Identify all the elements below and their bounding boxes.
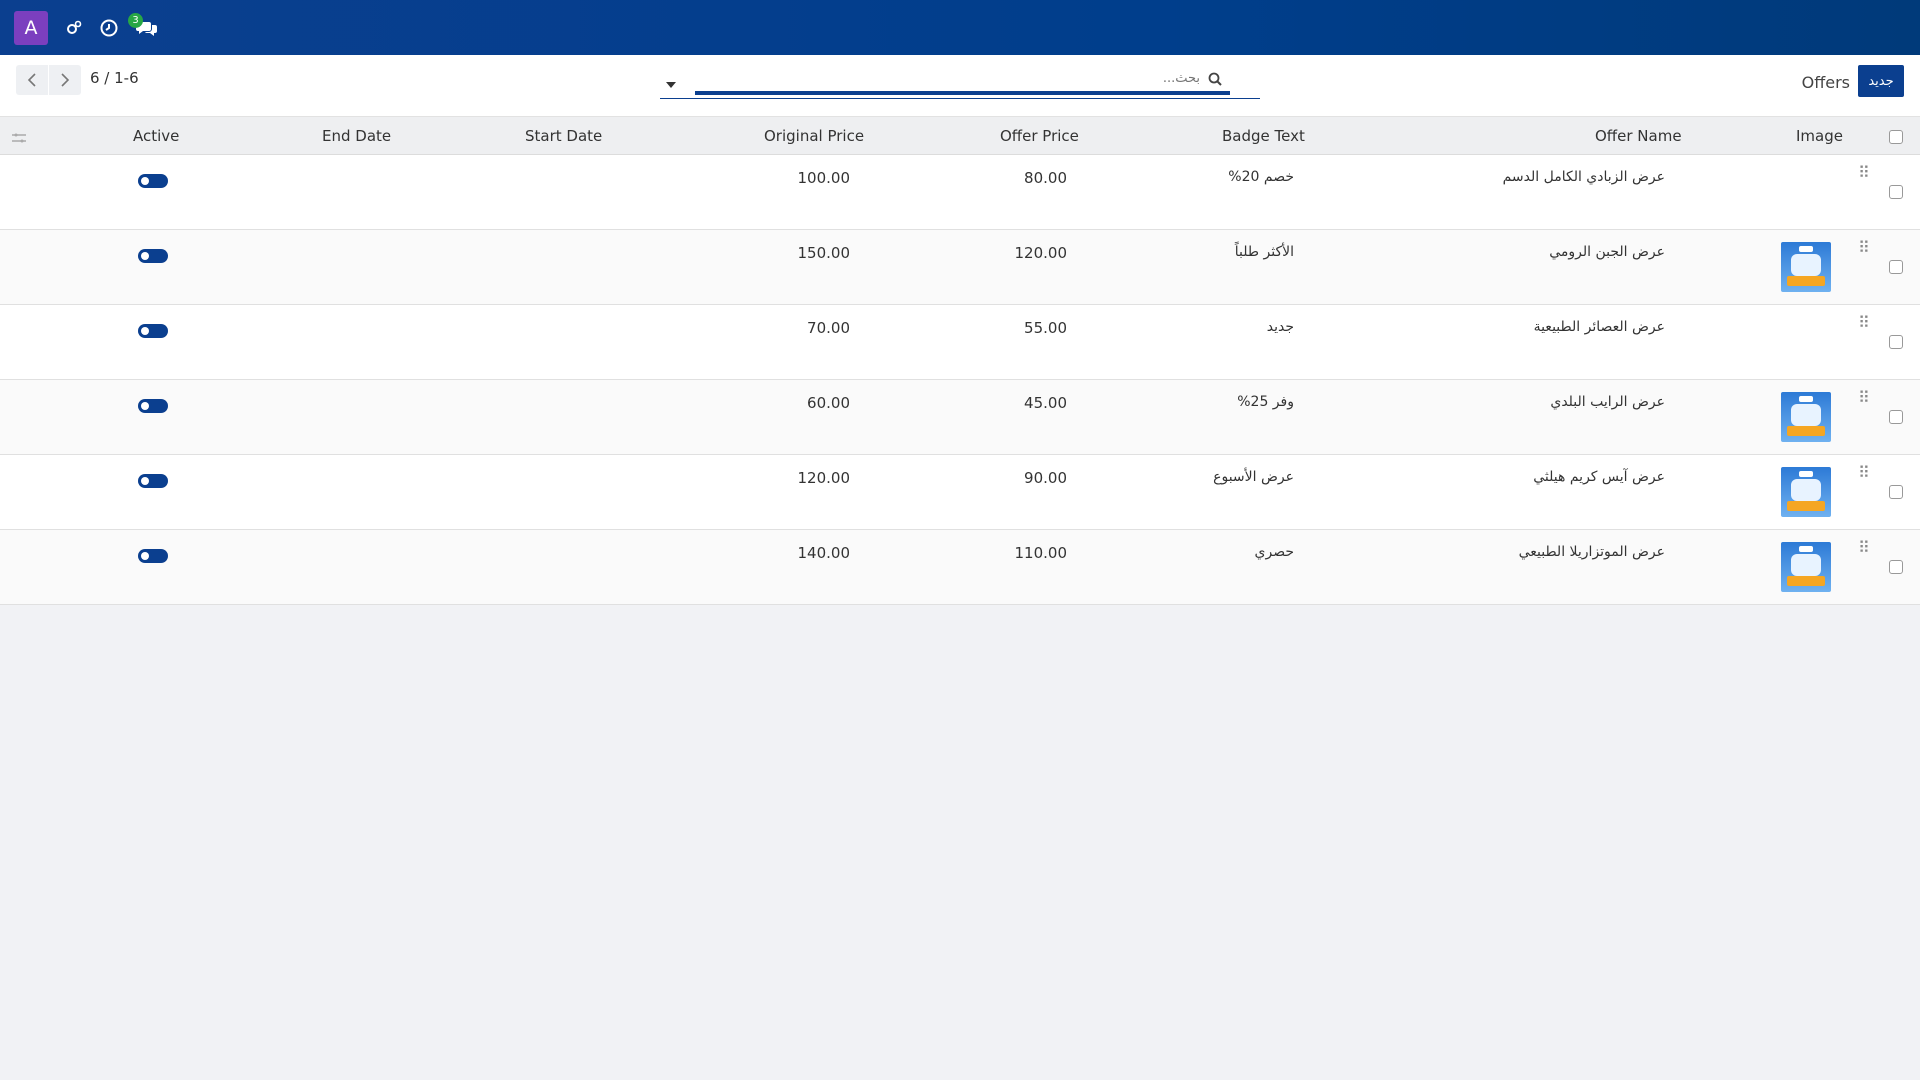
pager-value[interactable]: 6 / 1-6 bbox=[90, 69, 139, 87]
drag-handle-icon[interactable]: ⠿ bbox=[1858, 388, 1870, 407]
cell-badge-text: جديد bbox=[1266, 319, 1294, 335]
cell-original-price: 140.00 bbox=[797, 544, 851, 562]
cell-offer-name: عرض الجبن الرومي bbox=[1549, 244, 1665, 260]
caret-down-icon bbox=[666, 82, 676, 88]
settings-gears-icon[interactable] bbox=[66, 20, 82, 36]
column-header-image[interactable]: Image bbox=[1796, 127, 1843, 145]
search-options-toggle[interactable] bbox=[666, 75, 676, 93]
column-header-active[interactable]: Active bbox=[133, 127, 179, 145]
offer-image[interactable] bbox=[1781, 467, 1831, 517]
column-header-badge-text[interactable]: Badge Text bbox=[1222, 127, 1305, 145]
cell-offer-name: عرض الزبادي الكامل الدسم bbox=[1502, 169, 1665, 185]
cell-original-price: 100.00 bbox=[797, 169, 851, 187]
search-bar bbox=[695, 65, 1230, 95]
drag-handle-icon[interactable]: ⠿ bbox=[1858, 538, 1870, 557]
cell-offer-name: عرض العصائر الطبيعية bbox=[1533, 319, 1665, 335]
cell-offer-name: عرض الموتزاريلا الطبيعي bbox=[1518, 544, 1665, 560]
table-header: Active End Date Start Date Original Pric… bbox=[0, 117, 1920, 155]
pager-next-button[interactable] bbox=[49, 65, 81, 95]
active-toggle[interactable] bbox=[138, 549, 168, 563]
active-toggle[interactable] bbox=[138, 474, 168, 488]
offers-table: Active End Date Start Date Original Pric… bbox=[0, 117, 1920, 605]
top-navbar: A 3 bbox=[0, 0, 1920, 55]
offer-image[interactable] bbox=[1781, 392, 1831, 442]
row-checkbox[interactable] bbox=[1889, 335, 1903, 349]
active-toggle[interactable] bbox=[138, 324, 168, 338]
cell-badge-text: حصري bbox=[1254, 544, 1294, 560]
select-all-checkbox[interactable] bbox=[1889, 130, 1903, 144]
offer-image[interactable] bbox=[1781, 542, 1831, 592]
control-panel: 6 / 1-6 Offers جديد bbox=[0, 55, 1920, 117]
chevron-left-icon bbox=[27, 73, 36, 87]
cell-offer-price: 80.00 bbox=[1024, 169, 1067, 187]
drag-handle-icon[interactable]: ⠿ bbox=[1858, 313, 1870, 332]
cell-original-price: 120.00 bbox=[797, 469, 851, 487]
active-toggle[interactable] bbox=[138, 174, 168, 188]
cell-offer-price: 120.00 bbox=[1014, 244, 1068, 262]
row-checkbox[interactable] bbox=[1889, 260, 1903, 274]
active-toggle[interactable] bbox=[138, 399, 168, 413]
cell-offer-price: 90.00 bbox=[1024, 469, 1067, 487]
column-header-original-price[interactable]: Original Price bbox=[764, 127, 864, 145]
column-header-start-date[interactable]: Start Date bbox=[525, 127, 602, 145]
cell-offer-price: 110.00 bbox=[1014, 544, 1068, 562]
table-row[interactable]: 120.00 90.00 عرض الأسبوع عرض آيس كريم هيلثي… bbox=[0, 455, 1920, 530]
cell-offer-price: 55.00 bbox=[1024, 319, 1067, 337]
column-header-end-date[interactable]: End Date bbox=[322, 127, 391, 145]
cell-original-price: 70.00 bbox=[807, 319, 850, 337]
drag-handle-icon[interactable]: ⠿ bbox=[1858, 463, 1870, 482]
table-row[interactable]: 140.00 110.00 حصري عرض الموتزاريلا الطبيعي ⠿ bbox=[0, 530, 1920, 605]
row-checkbox[interactable] bbox=[1889, 185, 1903, 199]
table-row[interactable]: 60.00 45.00 وفر 25% عرض الرايب البلدي ⠿ bbox=[0, 380, 1920, 455]
breadcrumb: Offers bbox=[1801, 73, 1850, 92]
active-toggle[interactable] bbox=[138, 249, 168, 263]
row-checkbox[interactable] bbox=[1889, 410, 1903, 424]
drag-handle-icon[interactable]: ⠿ bbox=[1858, 238, 1870, 257]
pager-previous-button[interactable] bbox=[16, 65, 48, 95]
clock-icon[interactable] bbox=[100, 19, 118, 37]
cell-original-price: 60.00 bbox=[807, 394, 850, 412]
optional-columns-icon[interactable] bbox=[12, 129, 26, 147]
cell-badge-text: وفر 25% bbox=[1237, 394, 1294, 410]
column-header-offer-name[interactable]: Offer Name bbox=[1595, 127, 1682, 145]
drag-handle-icon[interactable]: ⠿ bbox=[1858, 163, 1870, 182]
chat-icon[interactable]: 3 bbox=[128, 12, 158, 37]
table-row[interactable]: 150.00 120.00 الأكثر طلباً عرض الجبن الرومي… bbox=[0, 230, 1920, 305]
search-input[interactable] bbox=[720, 71, 1200, 86]
table-row[interactable]: 100.00 80.00 خصم 20% عرض الزبادي الكامل الد… bbox=[0, 155, 1920, 230]
column-header-offer-price[interactable]: Offer Price bbox=[1000, 127, 1079, 145]
cell-badge-text: الأكثر طلباً bbox=[1234, 244, 1294, 260]
cell-badge-text: خصم 20% bbox=[1228, 169, 1294, 185]
cell-original-price: 150.00 bbox=[797, 244, 851, 262]
new-button[interactable]: جديد bbox=[1858, 65, 1904, 97]
chat-badge: 3 bbox=[128, 12, 143, 28]
search-icon[interactable] bbox=[1208, 72, 1222, 90]
cell-offer-price: 45.00 bbox=[1024, 394, 1067, 412]
table-body: 100.00 80.00 خصم 20% عرض الزبادي الكامل الد… bbox=[0, 155, 1920, 605]
cell-offer-name: عرض آيس كريم هيلثي bbox=[1533, 469, 1665, 485]
row-checkbox[interactable] bbox=[1889, 560, 1903, 574]
cell-badge-text: عرض الأسبوع bbox=[1213, 469, 1294, 485]
row-checkbox[interactable] bbox=[1889, 485, 1903, 499]
table-row[interactable]: 70.00 55.00 جديد عرض العصائر الطبيعية ⠿ bbox=[0, 305, 1920, 380]
user-avatar[interactable]: A bbox=[14, 10, 48, 45]
chevron-right-icon bbox=[61, 73, 70, 87]
offer-image[interactable] bbox=[1781, 242, 1831, 292]
cell-offer-name: عرض الرايب البلدي bbox=[1550, 394, 1665, 410]
search-panel bbox=[660, 65, 1260, 99]
